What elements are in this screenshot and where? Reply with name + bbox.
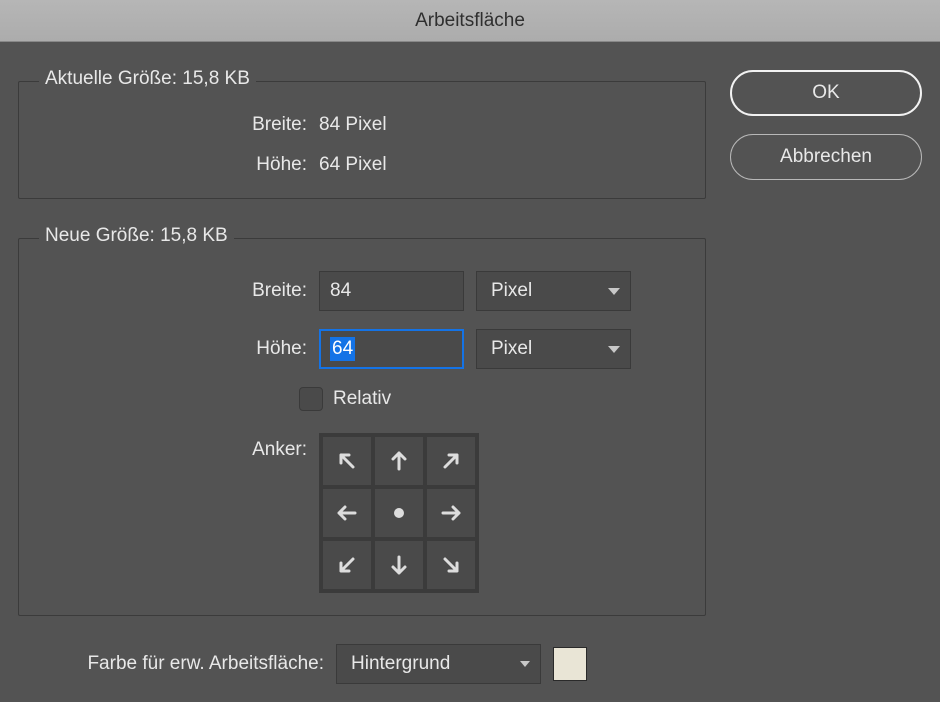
height-unit-select[interactable]: Pixel xyxy=(476,329,631,369)
relative-label[interactable]: Relativ xyxy=(333,388,391,410)
anchor-center[interactable] xyxy=(375,489,423,537)
chevron-down-icon xyxy=(608,288,620,295)
width-unit-value: Pixel xyxy=(491,280,532,302)
anchor-label: Anker: xyxy=(39,433,319,461)
height-unit-value: Pixel xyxy=(491,338,532,360)
anchor-bottom[interactable] xyxy=(375,541,423,589)
height-input[interactable]: 64 xyxy=(319,329,464,369)
dialog-titlebar: Arbeitsfläche xyxy=(0,0,940,42)
current-size-legend: Aktuelle Größe: 15,8 KB xyxy=(39,68,256,90)
relative-checkbox[interactable] xyxy=(299,387,323,411)
new-height-label: Höhe: xyxy=(39,338,319,360)
current-width-label: Breite: xyxy=(39,114,319,136)
new-size-legend: Neue Größe: 15,8 KB xyxy=(39,225,234,247)
current-height-value: 64 Pixel xyxy=(319,154,387,176)
anchor-top-right[interactable] xyxy=(427,437,475,485)
cancel-button[interactable]: Abbrechen xyxy=(730,134,922,180)
anchor-bottom-right[interactable] xyxy=(427,541,475,589)
extension-color-label: Farbe für erw. Arbeitsfläche: xyxy=(24,653,324,675)
chevron-down-icon xyxy=(520,661,530,667)
extension-color-swatch[interactable] xyxy=(553,647,587,681)
current-height-label: Höhe: xyxy=(39,154,319,176)
width-input[interactable]: 84 xyxy=(319,271,464,311)
width-unit-select[interactable]: Pixel xyxy=(476,271,631,311)
current-width-value: 84 Pixel xyxy=(319,114,387,136)
anchor-bottom-left[interactable] xyxy=(323,541,371,589)
new-width-label: Breite: xyxy=(39,280,319,302)
anchor-top-left[interactable] xyxy=(323,437,371,485)
anchor-right[interactable] xyxy=(427,489,475,537)
anchor-left[interactable] xyxy=(323,489,371,537)
extension-color-value: Hintergrund xyxy=(351,653,450,675)
dialog-title: Arbeitsfläche xyxy=(415,10,525,32)
anchor-top[interactable] xyxy=(375,437,423,485)
anchor-grid xyxy=(319,433,479,593)
new-size-group: Neue Größe: 15,8 KB Breite: 84 Pixel Höh… xyxy=(18,227,706,616)
chevron-down-icon xyxy=(608,346,620,353)
extension-color-select[interactable]: Hintergrund xyxy=(336,644,541,684)
current-size-group: Aktuelle Größe: 15,8 KB Breite: 84 Pixel… xyxy=(18,70,706,199)
ok-button[interactable]: OK xyxy=(730,70,922,116)
